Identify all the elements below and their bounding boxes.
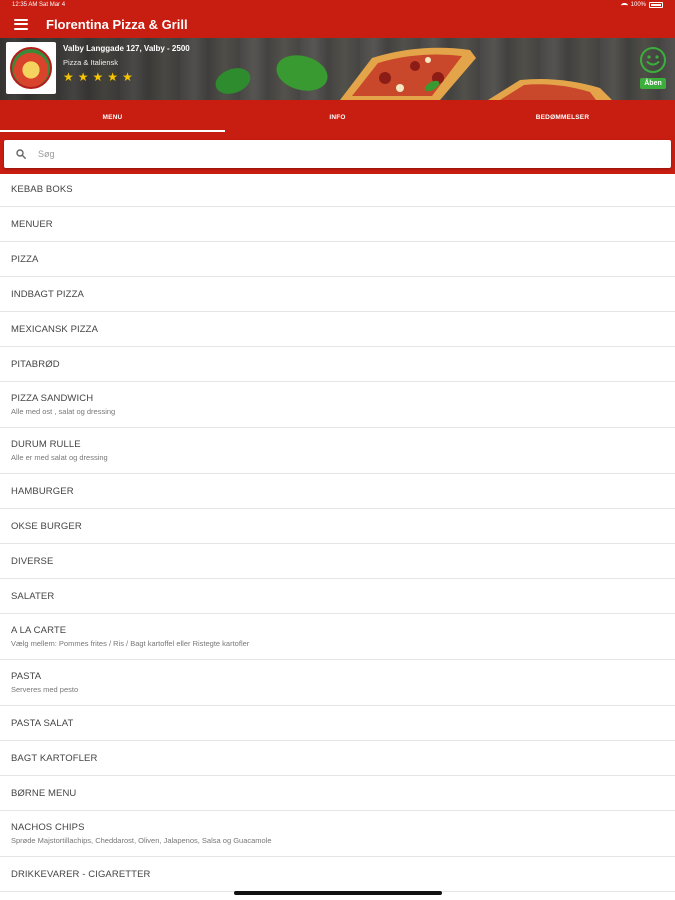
star-icon: ★ (122, 70, 133, 84)
category-name: NACHOS CHIPS (11, 822, 85, 833)
menu-category-item[interactable]: MENUER (0, 207, 675, 242)
battery-icon (649, 2, 663, 8)
open-status: Åben (638, 46, 668, 89)
menu-category-item[interactable]: INDBAGT PIZZA (0, 277, 675, 312)
tab-menu[interactable]: MENU (0, 100, 225, 134)
search-box[interactable] (4, 140, 671, 168)
restaurant-logo (6, 42, 56, 94)
category-name: OKSE BURGER (11, 520, 82, 532)
menu-category-item[interactable]: DIVERSE (0, 544, 675, 579)
category-name: PIZZA SANDWICH (11, 393, 94, 404)
tab-bar: MENU INFO BEDØMMELSER (0, 100, 675, 134)
rating-stars: ★ ★ ★ ★ ★ (63, 71, 190, 83)
category-name: PITABRØD (11, 358, 60, 370)
category-name: KEBAB BOKS (11, 183, 73, 195)
battery-percent: 100% (630, 2, 646, 8)
tab-reviews[interactable]: BEDØMMELSER (450, 100, 675, 134)
menu-category-item[interactable]: A LA CARTE Vælg mellem: Pommes frites / … (0, 614, 675, 660)
category-name: PIZZA (11, 253, 39, 265)
menu-category-item[interactable]: PIZZA (0, 242, 675, 277)
category-name: BØRNE MENU (11, 787, 77, 799)
category-name: HAMBURGER (11, 485, 74, 497)
category-name: MEXICANSK PIZZA (11, 323, 99, 335)
search-input[interactable] (38, 149, 618, 159)
category-name: SALATER (11, 590, 55, 602)
star-icon: ★ (92, 70, 104, 84)
star-icon: ★ (107, 70, 119, 84)
search-icon (16, 149, 26, 159)
status-bar: 12:35 AM Sat Mar 4 100% (0, 0, 675, 10)
home-indicator[interactable] (234, 891, 442, 895)
category-description: Vælg mellem: Pommes frites / Ris / Bagt … (11, 639, 250, 648)
menu-category-item[interactable]: DRIKKEVARER - CIGARETTER (0, 857, 675, 892)
restaurant-address: Valby Langgade 127, Valby - 2500 (63, 44, 190, 53)
menu-category-item[interactable]: PASTA Serveres med pesto (0, 660, 675, 706)
restaurant-cuisine: Pizza & Italiensk (63, 58, 119, 67)
open-status-badge: Åben (640, 78, 666, 89)
menu-category-item[interactable]: KEBAB BOKS (0, 172, 675, 207)
menu-category-item[interactable]: MEXICANSK PIZZA (0, 312, 675, 347)
menu-category-list: KEBAB BOKS MENUER PIZZA INDBAGT PIZZA ME… (0, 172, 675, 892)
app-title: Florentina Pizza & Grill (46, 16, 188, 32)
status-time: 12:35 AM (12, 2, 38, 8)
search-bar (0, 134, 675, 174)
star-icon: ★ (63, 70, 74, 84)
menu-category-item[interactable]: NACHOS CHIPS Sprøde Majstortillachips, C… (0, 811, 675, 857)
smiley-icon (640, 47, 666, 73)
menu-category-item[interactable]: SALATER (0, 579, 675, 614)
menu-category-item[interactable]: DURUM RULLE Alle er med salat og dressin… (0, 428, 675, 474)
menu-category-item[interactable]: PASTA SALAT (0, 706, 675, 741)
wifi-icon (620, 2, 628, 8)
category-name: BAGT KARTOFLER (11, 752, 98, 764)
category-name: PASTA SALAT (11, 717, 74, 729)
category-description: Alle med ost , salat og dressing (11, 407, 116, 416)
restaurant-banner: Valby Langgade 127, Valby - 2500 Pizza &… (0, 38, 675, 100)
category-name: DIVERSE (11, 555, 54, 567)
category-description: Alle er med salat og dressing (11, 453, 108, 462)
status-time-date: 12:35 AM Sat Mar 4 (12, 2, 65, 8)
category-name: INDBAGT PIZZA (11, 288, 84, 300)
menu-category-item[interactable]: HAMBURGER (0, 474, 675, 509)
menu-category-item[interactable]: OKSE BURGER (0, 509, 675, 544)
restaurant-info: Valby Langgade 127, Valby - 2500 Pizza &… (63, 44, 190, 83)
category-name: DURUM RULLE (11, 439, 81, 450)
category-description: Serveres med pesto (11, 685, 79, 694)
category-name: MENUER (11, 218, 53, 230)
status-date: Sat Mar 4 (39, 2, 66, 8)
menu-category-item[interactable]: PIZZA SANDWICH Alle med ost , salat og d… (0, 382, 675, 428)
status-indicators: 100% (620, 2, 663, 8)
app-bar: Florentina Pizza & Grill (0, 10, 675, 38)
hamburger-icon[interactable] (14, 18, 28, 30)
star-icon: ★ (77, 70, 89, 84)
category-name: PASTA (11, 671, 42, 682)
category-description: Sprøde Majstortillachips, Cheddarost, Ol… (11, 836, 272, 845)
tab-info[interactable]: INFO (225, 100, 450, 134)
menu-category-item[interactable]: PITABRØD (0, 347, 675, 382)
category-name: A LA CARTE (11, 625, 67, 636)
menu-category-item[interactable]: BØRNE MENU (0, 776, 675, 811)
menu-category-item[interactable]: BAGT KARTOFLER (0, 741, 675, 776)
category-name: DRIKKEVARER - CIGARETTER (11, 868, 151, 880)
